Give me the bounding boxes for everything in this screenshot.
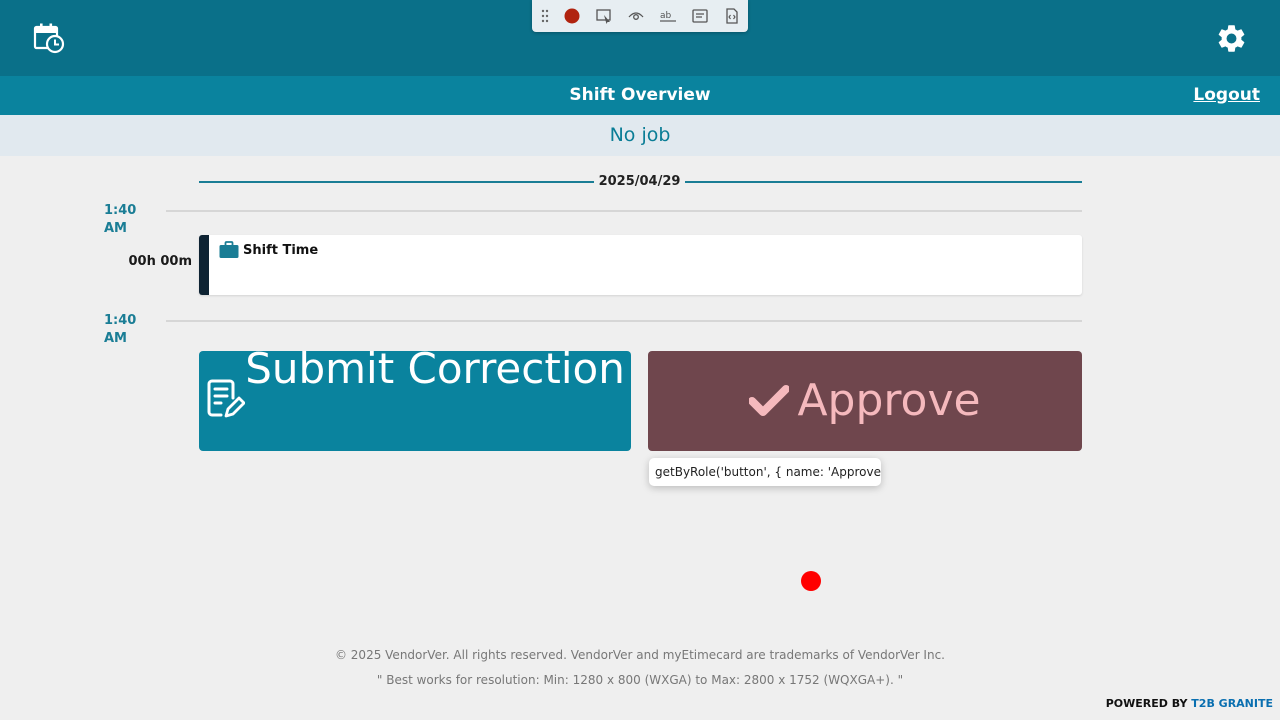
recorder-toolbar: ab bbox=[532, 0, 748, 32]
job-status: No job bbox=[0, 115, 1280, 156]
logout-link[interactable]: Logout bbox=[1193, 76, 1260, 115]
submit-correction-button[interactable]: Submit Correction bbox=[199, 351, 631, 451]
powered-by[interactable]: POWERED BY T2B GRANITE bbox=[1106, 696, 1273, 712]
assert-snapshot-icon[interactable] bbox=[723, 7, 741, 25]
end-time-line bbox=[166, 320, 1082, 322]
date-divider-left bbox=[199, 181, 594, 183]
end-time-label: 1:40 AM bbox=[104, 313, 137, 346]
pick-locator-icon[interactable] bbox=[595, 7, 613, 25]
powered-by-brand[interactable]: T2B GRANITE bbox=[1191, 697, 1273, 710]
checkmark-icon bbox=[749, 385, 790, 416]
shift-label: Shift Time bbox=[243, 243, 319, 258]
timeline-date: 2025/04/29 bbox=[598, 174, 681, 189]
shift-duration: 00h 00m bbox=[128, 254, 192, 269]
record-icon[interactable] bbox=[563, 7, 581, 25]
briefcase-icon bbox=[219, 241, 239, 258]
approve-button[interactable]: Approve bbox=[648, 351, 1082, 451]
approve-label: Approve bbox=[797, 375, 981, 426]
page-title: Shift Overview bbox=[569, 85, 711, 105]
gear-icon[interactable] bbox=[1215, 22, 1248, 55]
shift-card[interactable]: Shift Time bbox=[199, 235, 1082, 295]
click-indicator bbox=[801, 571, 821, 591]
start-time-label: 1:40 AM bbox=[104, 203, 137, 236]
footer-copyright: © 2025 VendorVer. All rights reserved. V… bbox=[334, 648, 945, 662]
assert-value-icon[interactable] bbox=[691, 7, 709, 25]
locator-tooltip: getByRole('button', { name: 'Approve' }) bbox=[649, 458, 881, 486]
footer-resolution-note: " Best works for resolution: Min: 1280 x… bbox=[376, 673, 904, 687]
shift-card-accent bbox=[199, 235, 209, 295]
drag-handle-icon[interactable] bbox=[536, 7, 554, 25]
page-title-bar: Shift Overview Logout bbox=[0, 76, 1280, 115]
submit-correction-label: Submit Correction bbox=[245, 351, 625, 393]
calendar-clock-icon[interactable] bbox=[33, 22, 65, 54]
start-time-line bbox=[166, 210, 1082, 212]
assert-visibility-icon[interactable] bbox=[627, 7, 645, 25]
svg-text:ab: ab bbox=[660, 11, 672, 21]
date-divider-right bbox=[685, 181, 1082, 183]
assert-text-icon[interactable]: ab bbox=[659, 7, 677, 25]
powered-by-prefix: POWERED BY bbox=[1105, 697, 1188, 710]
